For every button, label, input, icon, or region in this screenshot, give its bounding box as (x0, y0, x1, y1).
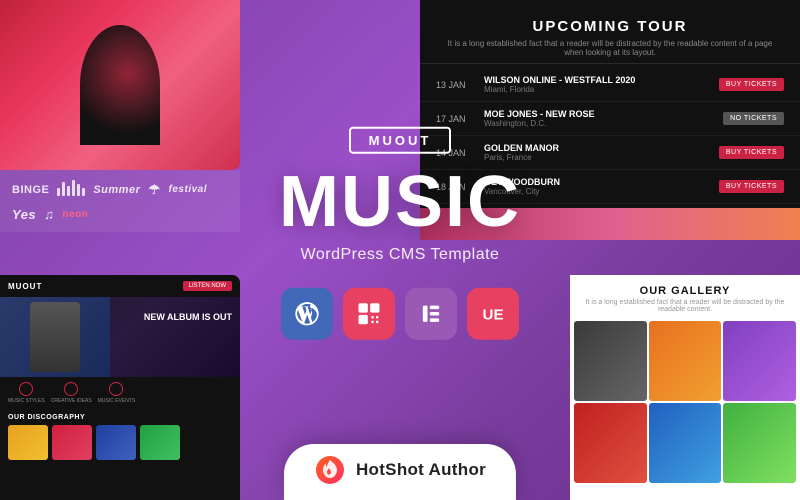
mockup-feature-2: CREATIVE IDEAS (51, 382, 92, 404)
tour-subtitle: It is a long established fact that a rea… (440, 39, 780, 57)
gallery-title: OUR GALLERY (582, 285, 788, 297)
tour-date: 13 JAN (436, 80, 476, 90)
mockup-feature-3: MUSIC EVENTS (98, 382, 136, 404)
tour-header: UPCOMING TOUR It is a long established f… (420, 0, 800, 64)
logo-festival: festival (169, 184, 207, 195)
tour-venue: WILSON ONLINE - WESTFALL 2020 (484, 75, 719, 85)
mockup-album-2 (52, 425, 92, 460)
tour-location: Miami, Florida (484, 85, 719, 94)
logo-waveform (57, 180, 85, 199)
logo-music-note: ♫ (44, 207, 54, 222)
gallery-header: OUR GALLERY It is a long established fac… (570, 275, 800, 317)
gallery-cell-6 (723, 403, 796, 483)
mockup-features: MUSIC STYLES CREATIVE IDEAS MUSIC EVENTS (0, 377, 240, 409)
elementor-icon-wrap[interactable] (405, 288, 457, 340)
mockup-disco-row (8, 425, 232, 460)
tour-date: 17 JAN (436, 114, 476, 124)
mockup-album-4 (140, 425, 180, 460)
gallery-cell-3 (723, 321, 796, 401)
mockup-feature-icon-2 (64, 382, 78, 396)
logo-band: BINGE Summer ☂ festival Yes ♫ neon (0, 170, 240, 232)
tour-buy-btn[interactable]: BUY TICKETS (719, 78, 784, 91)
logo-summer: Summer (93, 184, 140, 196)
mockup-feature-1: MUSIC STYLES (8, 382, 45, 404)
gallery-desc: It is a long established fact that a rea… (582, 299, 788, 313)
author-badge[interactable]: HotShot Author (284, 444, 516, 500)
gallery-panel: OUR GALLERY It is a long established fac… (570, 275, 800, 500)
svg-text:UE: UE (483, 307, 504, 324)
muout-badge: MUOUT (349, 127, 452, 154)
mockup-disco-title: OUR DISCOGRAPHY (8, 414, 232, 421)
main-title: MUSIC (250, 166, 550, 238)
tour-buy-btn[interactable]: BUY TICKETS (719, 146, 784, 159)
logo-neon: neon (62, 209, 88, 220)
mockup-feature-label-1: MUSIC STYLES (8, 398, 45, 404)
logo-soundcloud: ☂ (148, 182, 160, 198)
mockup-feature-label-2: CREATIVE IDEAS (51, 398, 92, 404)
gallery-grid (570, 317, 800, 487)
elementor-icon (417, 300, 445, 328)
uf-icon-wrap[interactable]: UE (467, 288, 519, 340)
mockup-feature-label-3: MUSIC EVENTS (98, 398, 136, 404)
topleft-image (0, 0, 240, 170)
website-mockup: MUOUT LISTEN NOW NEW ALBUM IS OUT MUSIC … (0, 275, 240, 500)
mockup-hero-image (0, 297, 110, 377)
gallery-cell-4 (574, 403, 647, 483)
tour-venue: MOE JONES - NEW ROSE (484, 109, 723, 119)
gallery-cell-1 (574, 321, 647, 401)
mockup-album-1 (8, 425, 48, 460)
tour-title: UPCOMING TOUR (440, 18, 780, 35)
tour-no-ticket-btn[interactable]: NO TICKETS (723, 112, 784, 125)
mockup-feature-icon-3 (109, 382, 123, 396)
mockup-feature-icon-1 (19, 382, 33, 396)
quform-icon (355, 300, 383, 328)
uf-icon: UE (479, 300, 507, 328)
mockup-hero: NEW ALBUM IS OUT (0, 297, 240, 377)
tour-row: 13 JAN WILSON ONLINE - WESTFALL 2020 Mia… (420, 68, 800, 102)
quform-icon-wrap[interactable] (343, 288, 395, 340)
center-content: MUOUT MUSIC WordPress CMS Template (250, 127, 550, 364)
tour-info: MOE JONES - NEW ROSE Washington, D.C. (484, 109, 723, 128)
plugin-icons: UE (250, 288, 550, 340)
mockup-artist-figure (30, 302, 80, 372)
author-name: HotShot Author (356, 460, 486, 480)
mockup-hero-text: NEW ALBUM IS OUT (144, 312, 232, 323)
wordpress-icon (293, 300, 321, 328)
mockup-album-3 (96, 425, 136, 460)
logo-yes: Yes (12, 207, 36, 222)
mockup-listen-btn[interactable]: LISTEN NOW (183, 281, 232, 291)
mockup-discography: OUR DISCOGRAPHY (0, 409, 240, 463)
flame-icon (314, 454, 346, 486)
mockup-nav: MUOUT LISTEN NOW (0, 275, 240, 297)
sub-title: WordPress CMS Template (250, 246, 550, 264)
gallery-cell-5 (649, 403, 722, 483)
mockup-logo: MUOUT (8, 282, 178, 291)
wordpress-icon-wrap[interactable] (281, 288, 333, 340)
mockup-hero-title: NEW ALBUM IS OUT (144, 312, 232, 323)
tour-info: WILSON ONLINE - WESTFALL 2020 Miami, Flo… (484, 75, 719, 94)
tour-buy-btn[interactable]: BUY TICKETS (719, 180, 784, 193)
logo-binge: BINGE (12, 184, 49, 196)
gallery-cell-2 (649, 321, 722, 401)
